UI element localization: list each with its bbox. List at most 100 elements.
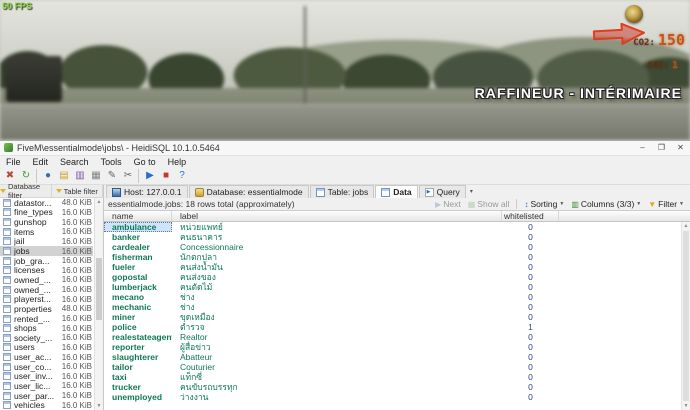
cell-name[interactable]: unemployed: [104, 392, 172, 402]
filter-tab[interactable]: Table filter: [52, 185, 104, 197]
edit-icon[interactable]: ✎: [105, 169, 119, 183]
table-list-item[interactable]: owned_... 16.0 KiB: [0, 285, 93, 295]
sidebar-scrollbar[interactable]: ▲ ▼: [94, 198, 103, 410]
menu-item[interactable]: Search: [54, 157, 95, 167]
cell-name[interactable]: reporter: [104, 342, 172, 352]
table-row[interactable]: reporter ผู้สื่อข่าว 0: [104, 342, 690, 352]
table-list-item[interactable]: user_ac... 16.0 KiB: [0, 352, 93, 362]
cell-name[interactable]: police: [104, 322, 172, 332]
table-list-item[interactable]: user_inv... 16.0 KiB: [0, 372, 93, 382]
table-list-item[interactable]: items 16.0 KiB: [0, 227, 93, 237]
table-list-item[interactable]: gunshop 16.0 KiB: [0, 217, 93, 227]
menu-item[interactable]: File: [0, 157, 27, 167]
table-list-item[interactable]: properties 48.0 KiB: [0, 304, 93, 314]
table-list-item[interactable]: vehicles 16.0 KiB: [0, 400, 93, 410]
table-list-item[interactable]: owned_... 16.0 KiB: [0, 275, 93, 285]
cell-name[interactable]: cardealer: [104, 242, 172, 252]
cell-whitelisted[interactable]: 0: [502, 392, 559, 402]
titlebar[interactable]: FiveM\essentialmode\jobs\ - HeidiSQL 10.…: [0, 141, 690, 156]
tab[interactable]: Data: [375, 185, 417, 198]
scroll-up-icon[interactable]: ▲: [682, 222, 690, 230]
cell-name[interactable]: miner: [104, 312, 172, 322]
grid-scrollbar[interactable]: ▲ ▼: [681, 222, 690, 410]
cell-name[interactable]: taxi: [104, 372, 172, 382]
tab[interactable]: Query: [419, 185, 466, 198]
table-list-item[interactable]: shops 16.0 KiB: [0, 323, 93, 333]
cell-whitelisted[interactable]: 0: [502, 282, 559, 292]
cell-name[interactable]: tailor: [104, 362, 172, 372]
show-all-button[interactable]: ▦ Show all ▼: [468, 199, 510, 209]
grid-body[interactable]: ambulance หน่วยแพทย์ 0 banker คนธนาคาร 0: [104, 222, 690, 410]
cell-whitelisted[interactable]: 0: [502, 332, 559, 342]
table-list-item[interactable]: users 16.0 KiB: [0, 343, 93, 353]
cell-whitelisted[interactable]: 0: [502, 312, 559, 322]
table-row[interactable]: police ตำรวจ 1: [104, 322, 690, 332]
cell-name[interactable]: ambulance: [104, 222, 172, 232]
menu-item[interactable]: Tools: [95, 157, 128, 167]
tab[interactable]: Host: 127.0.0.1: [106, 185, 188, 198]
scroll-up-icon[interactable]: ▲: [95, 198, 103, 206]
scroll-down-icon[interactable]: ▼: [682, 402, 690, 410]
help-icon[interactable]: ?: [175, 169, 189, 183]
cell-whitelisted[interactable]: 0: [502, 252, 559, 262]
menu-item[interactable]: Help: [162, 157, 193, 167]
scrollbar-thumb[interactable]: [96, 258, 102, 320]
cell-label[interactable]: ว่างงาน: [172, 390, 502, 404]
cell-whitelisted[interactable]: 0: [502, 372, 559, 382]
table-list[interactable]: datastor... 48.0 KiB fine_types 16.0 KiB: [0, 198, 103, 410]
stop-icon[interactable]: ■: [159, 169, 173, 183]
sorting-button[interactable]: ↕ Sorting ▼: [524, 199, 564, 209]
table-row[interactable]: unemployed ว่างงาน 0: [104, 392, 690, 402]
next-button[interactable]: ▶ Next ▼: [435, 199, 461, 209]
cell-name[interactable]: trucker: [104, 382, 172, 392]
cut-icon[interactable]: ✂: [121, 169, 135, 183]
scroll-down-icon[interactable]: ▼: [95, 402, 103, 410]
menu-item[interactable]: Edit: [27, 157, 55, 167]
export-icon[interactable]: ▥: [73, 169, 87, 183]
table-list-item[interactable]: datastor... 48.0 KiB: [0, 198, 93, 208]
cell-whitelisted[interactable]: 1: [502, 322, 559, 332]
tab[interactable]: Database: essentialmode: [189, 185, 309, 198]
cell-label[interactable]: Abatteur: [172, 352, 502, 362]
table-row[interactable]: banker คนธนาคาร 0: [104, 232, 690, 242]
cell-name[interactable]: mechanic: [104, 302, 172, 312]
cell-whitelisted[interactable]: 0: [502, 262, 559, 272]
column-header[interactable]: name: [104, 211, 172, 221]
table-list-item[interactable]: user_lic... 16.0 KiB: [0, 381, 93, 391]
minimize-button[interactable]: –: [633, 141, 652, 155]
cell-whitelisted[interactable]: 0: [502, 382, 559, 392]
maximize-button[interactable]: ❐: [652, 141, 671, 155]
tab[interactable]: Table: jobs: [310, 185, 375, 198]
execute-icon[interactable]: ▶: [143, 169, 157, 183]
table-list-item[interactable]: job_gra... 16.0 KiB: [0, 256, 93, 266]
cell-whitelisted[interactable]: 0: [502, 222, 559, 232]
column-header[interactable]: whitelisted: [502, 211, 559, 221]
table-list-item[interactable]: rented_... 16.0 KiB: [0, 314, 93, 324]
cell-name[interactable]: banker: [104, 232, 172, 242]
table-list-item[interactable]: jail 16.0 KiB: [0, 237, 93, 247]
cell-name[interactable]: mecano: [104, 292, 172, 302]
tab-overflow-dropdown-icon[interactable]: ▾: [467, 188, 476, 195]
scrollbar-thumb[interactable]: [683, 231, 689, 401]
cell-whitelisted[interactable]: 0: [502, 242, 559, 252]
table-row[interactable]: slaughterer Abatteur 0: [104, 352, 690, 362]
close-button[interactable]: ✕: [671, 141, 690, 155]
table-list-item[interactable]: playerst... 16.0 KiB: [0, 294, 93, 304]
cell-name[interactable]: realestateagent: [104, 332, 172, 342]
cell-name[interactable]: lumberjack: [104, 282, 172, 292]
filter-tab[interactable]: Database filter: [0, 185, 52, 197]
database-icon[interactable]: ▤: [57, 169, 71, 183]
table-list-item[interactable]: user_co... 16.0 KiB: [0, 362, 93, 372]
cell-name[interactable]: fisherman: [104, 252, 172, 262]
cell-name[interactable]: gopostal: [104, 272, 172, 282]
columns-button[interactable]: ▥ Columns (3/3) ▼: [571, 199, 641, 209]
cell-whitelisted[interactable]: 0: [502, 362, 559, 372]
cell-whitelisted[interactable]: 0: [502, 232, 559, 242]
table-list-item[interactable]: user_par... 16.0 KiB: [0, 391, 93, 401]
cell-whitelisted[interactable]: 0: [502, 342, 559, 352]
table-list-item[interactable]: fine_types 16.0 KiB: [0, 208, 93, 218]
table-list-item[interactable]: licenses 16.0 KiB: [0, 265, 93, 275]
print-icon[interactable]: ▦: [89, 169, 103, 183]
table-list-item[interactable]: society_... 16.0 KiB: [0, 333, 93, 343]
cell-whitelisted[interactable]: 0: [502, 292, 559, 302]
